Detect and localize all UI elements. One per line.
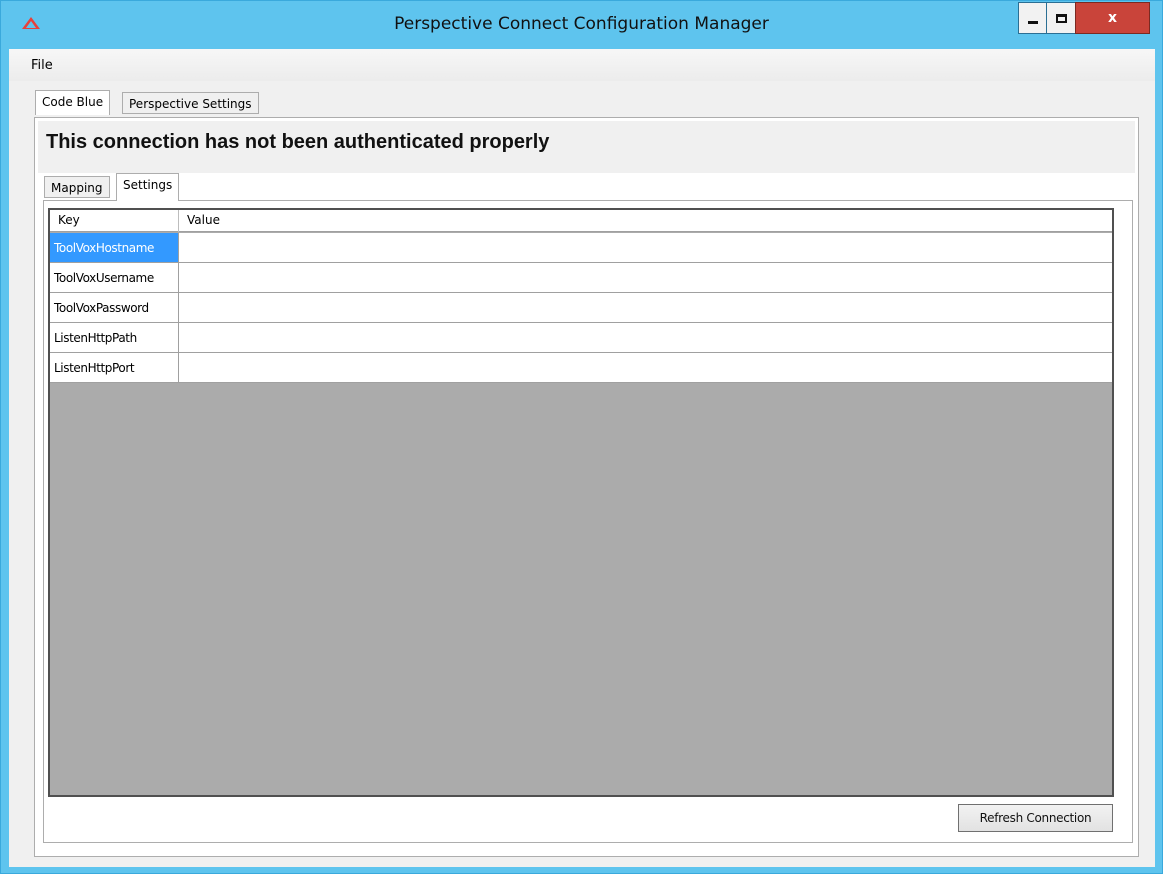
value-cell[interactable] xyxy=(179,323,1112,352)
key-cell[interactable]: ToolVoxUsername xyxy=(50,263,179,292)
window-title: Perspective Connect Configuration Manage… xyxy=(394,14,769,34)
tab-code-blue[interactable]: Code Blue xyxy=(35,90,111,115)
value-cell[interactable] xyxy=(179,233,1112,262)
close-button[interactable]: x xyxy=(1075,2,1150,34)
tab-mapping[interactable]: Mapping xyxy=(44,176,110,198)
table-row[interactable]: ListenHttpPort xyxy=(50,353,1112,383)
status-header: This connection has not been authenticat… xyxy=(38,121,1135,173)
menu-file[interactable]: File xyxy=(31,58,53,73)
client-area: File Code Blue Perspective Settings This… xyxy=(9,49,1155,867)
column-header-key[interactable]: Key xyxy=(50,210,179,232)
table-row[interactable]: ToolVoxUsername xyxy=(50,263,1112,293)
settings-panel: Key Value ToolVoxHostname ToolVoxUsernam… xyxy=(43,200,1133,843)
refresh-connection-button[interactable]: Refresh Connection xyxy=(958,804,1113,832)
tab-settings[interactable]: Settings xyxy=(116,173,180,201)
key-cell[interactable]: ListenHttpPath xyxy=(50,323,179,352)
grid-header: Key Value xyxy=(50,210,1112,232)
code-blue-panel: This connection has not been authenticat… xyxy=(34,117,1139,857)
title-bar[interactable]: Perspective Connect Configuration Manage… xyxy=(1,1,1162,49)
close-icon: x xyxy=(1107,10,1118,26)
column-header-value[interactable]: Value xyxy=(179,210,1112,232)
key-cell[interactable]: ToolVoxPassword xyxy=(50,293,179,322)
value-cell[interactable] xyxy=(179,353,1112,382)
settings-grid[interactable]: Key Value ToolVoxHostname ToolVoxUsernam… xyxy=(48,208,1114,797)
table-row[interactable]: ToolVoxHostname xyxy=(50,233,1112,263)
maximize-button[interactable] xyxy=(1046,2,1076,34)
minimize-icon xyxy=(1027,20,1038,24)
value-cell[interactable] xyxy=(179,263,1112,292)
maximize-icon xyxy=(1055,13,1067,23)
table-row[interactable]: ToolVoxPassword xyxy=(50,293,1112,323)
minimize-button[interactable] xyxy=(1018,2,1047,34)
table-row[interactable]: ListenHttpPath xyxy=(50,323,1112,353)
menu-bar: File xyxy=(9,49,1155,81)
app-window: Perspective Connect Configuration Manage… xyxy=(0,0,1163,874)
key-cell[interactable]: ListenHttpPort xyxy=(50,353,179,382)
value-cell[interactable] xyxy=(179,293,1112,322)
key-cell[interactable]: ToolVoxHostname xyxy=(50,233,179,262)
auth-status-message: This connection has not been authenticat… xyxy=(46,131,550,153)
tab-perspective-settings[interactable]: Perspective Settings xyxy=(122,92,259,114)
